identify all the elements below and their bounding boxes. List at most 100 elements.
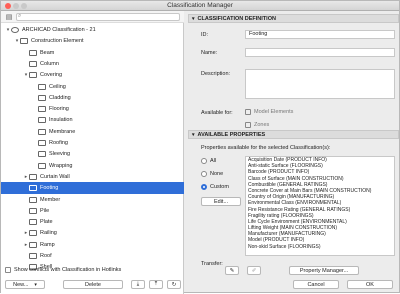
classification-icon — [29, 49, 37, 56]
tree-item[interactable]: Ceiling — [1, 81, 184, 93]
classification-tree-pane: ▤ ⌕ ▾ ARCHICAD Classification - 21 ▾ Constr… — [1, 11, 184, 294]
chevron-down-icon: ▾ — [192, 15, 195, 22]
id-field[interactable]: Footing — [245, 30, 395, 39]
cancel-button[interactable]: Cancel — [293, 280, 339, 289]
tree-item[interactable]: Sleeving — [1, 148, 184, 160]
all-option[interactable]: All — [201, 158, 216, 164]
tree-item[interactable]: ▸ Ramp — [1, 239, 184, 251]
zones-option[interactable]: Zones — [245, 122, 269, 128]
property-manager-button[interactable]: Property Manager... — [289, 266, 359, 275]
tree-item[interactable]: Pile — [1, 205, 184, 217]
refresh-button[interactable]: ↻ — [167, 280, 181, 289]
classification-icon — [38, 128, 46, 135]
title-bar: Classification Manager — [1, 1, 399, 11]
none-label: None — [210, 171, 224, 177]
tree-item-label: ARCHICAD Classification - 21 — [22, 27, 96, 33]
chevron-down-icon: ▾ — [192, 131, 195, 138]
new-button-label: New... — [13, 281, 29, 288]
id-label: ID: — [201, 32, 209, 38]
tree-item[interactable]: Beam — [1, 47, 184, 59]
model-elements-checkbox[interactable] — [245, 109, 251, 115]
tree-item-label: Insulation — [49, 117, 73, 124]
import-button[interactable]: ⤓ — [131, 280, 145, 289]
pick-up-button[interactable]: ✎ — [225, 266, 239, 275]
zones-checkbox[interactable] — [245, 122, 251, 128]
tree-item[interactable]: ▸ Curtain Wall — [1, 171, 184, 183]
tree-item[interactable]: Flooring — [1, 103, 184, 115]
delete-button[interactable]: Delete — [63, 280, 123, 289]
show-conflicts-option[interactable]: Show conflicts with Classification in Ho… — [5, 267, 121, 273]
search-input[interactable] — [16, 13, 180, 21]
custom-radio[interactable] — [201, 184, 207, 190]
tree-item-label: Ramp — [40, 241, 55, 248]
classification-manager-window: Classification Manager ▤ ⌕ ▾ ARCHICAD Cla… — [0, 0, 400, 294]
tree-toolbar: ▤ ⌕ — [1, 11, 184, 23]
tree-item-label: Covering — [40, 72, 63, 79]
refresh-icon: ↻ — [171, 281, 177, 288]
tree-item-label: Pile — [40, 207, 50, 214]
export-button[interactable]: ⤒ — [149, 280, 163, 289]
classification-icon — [29, 219, 37, 226]
definition-section-header[interactable]: ▾ CLASSIFICATION DEFINITION — [188, 14, 399, 23]
edit-button[interactable]: Edit... — [201, 197, 241, 206]
tree-item[interactable]: Member — [1, 194, 184, 206]
tree-item[interactable]: ▸ Railing — [1, 227, 184, 239]
tree-item-label: Construction Element — [31, 38, 84, 45]
transfer-label: Transfer: — [201, 261, 223, 267]
tree-item-label: Wrapping — [49, 162, 73, 169]
tree-item-label: Sleeving — [49, 151, 71, 158]
tree-item-label: Beam — [40, 49, 55, 56]
tree-item[interactable]: Roofing — [1, 137, 184, 149]
classification-icon — [29, 253, 37, 259]
classification-system-icon — [11, 27, 19, 33]
name-label: Name: — [201, 50, 218, 56]
classification-icon — [29, 60, 37, 67]
none-option[interactable]: None — [201, 171, 223, 177]
properties-header-label: AVAILABLE PROPERTIES — [197, 131, 266, 138]
edit-button-label: Edit... — [213, 198, 229, 205]
tree-item[interactable]: ▾ Construction Element — [1, 35, 184, 47]
all-label: All — [210, 158, 217, 164]
description-field[interactable] — [245, 69, 395, 99]
classification-icon — [38, 162, 46, 169]
tree-item[interactable]: Column — [1, 58, 184, 70]
tree-item[interactable]: Plate — [1, 216, 184, 228]
none-radio[interactable] — [201, 171, 207, 177]
custom-option[interactable]: Custom — [201, 184, 229, 190]
tree-item[interactable]: Cladding — [1, 92, 184, 104]
tree-item-label: Roof — [40, 253, 52, 259]
show-conflicts-checkbox[interactable] — [5, 267, 11, 273]
tree-item[interactable]: ▾ ARCHICAD Classification - 21 — [1, 24, 184, 36]
ok-button[interactable]: OK — [347, 280, 393, 289]
classification-icon — [29, 196, 37, 203]
properties-list[interactable]: Acquisition Date (PRODUCT INFO) Anti-stat… — [245, 156, 395, 256]
property-list-item[interactable]: Non-skid Surface (FLOORINGS) — [246, 244, 394, 250]
tree-item[interactable]: Insulation — [1, 114, 184, 126]
classification-icon — [38, 140, 46, 146]
tree-item[interactable]: Wrapping — [1, 160, 184, 172]
delete-button-label: Delete — [85, 281, 101, 288]
new-button[interactable]: New... ▾ — [5, 280, 45, 289]
classification-icon — [38, 83, 46, 90]
properties-subtitle: Properties available for the selected Cl… — [201, 145, 331, 151]
tree-item-label: Flooring — [49, 106, 69, 113]
name-field[interactable] — [245, 48, 395, 57]
inject-button[interactable]: ✐ — [247, 266, 261, 275]
all-radio[interactable] — [201, 158, 207, 164]
model-elements-option[interactable]: Model Elements — [245, 109, 293, 115]
classification-tree[interactable]: ▾ ARCHICAD Classification - 21 ▾ Constructi… — [1, 23, 184, 273]
tree-item-label: Membrane — [49, 128, 76, 135]
properties-section-header[interactable]: ▾ AVAILABLE PROPERTIES — [188, 130, 399, 139]
tree-item[interactable]: Roof — [1, 250, 184, 262]
classification-icon — [38, 94, 46, 101]
classification-icon — [38, 106, 46, 113]
show-conflicts-label: Show conflicts with Classification in Ho… — [14, 267, 122, 273]
tree-item[interactable]: ▾ Covering — [1, 69, 184, 81]
tree-item[interactable]: Footing — [1, 182, 184, 195]
tree-item[interactable]: Membrane — [1, 126, 184, 138]
classification-icon — [29, 72, 37, 79]
definition-header-label: CLASSIFICATION DEFINITION — [197, 15, 276, 22]
classification-icon — [29, 230, 37, 237]
view-options-icon[interactable]: ▤ — [4, 13, 14, 21]
classification-icon — [29, 207, 37, 214]
